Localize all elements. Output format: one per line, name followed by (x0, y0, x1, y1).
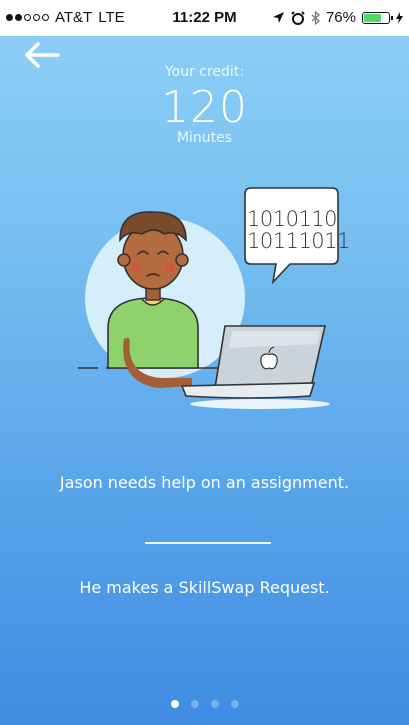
right-cheek (165, 262, 175, 272)
credit-unit: Minutes (176, 130, 233, 146)
laptop-base (180, 382, 316, 399)
battery-icon (362, 11, 393, 24)
caption-step-text: Jason needs help on an assignment. (59, 473, 350, 492)
binary-line: 1010110 (247, 207, 338, 231)
onboarding-screen: AT&T LTE 11:22 PM 76% Your credit: 120 M… (0, 0, 409, 725)
page-dot[interactable] (170, 700, 179, 708)
binary-line: 10111011 (247, 229, 350, 253)
status-right: 76% (272, 9, 403, 26)
bluetooth-icon (311, 10, 320, 25)
caption-divider (145, 542, 271, 544)
page-dot[interactable] (190, 700, 199, 708)
page-indicator[interactable] (0, 700, 409, 708)
left-ear (117, 253, 131, 267)
location-arrow-icon (272, 12, 284, 23)
laptop-shadow (190, 399, 330, 409)
credit-label: Your credit: (164, 64, 245, 80)
status-bar: AT&T LTE 11:22 PM 76% (0, 0, 409, 36)
person-shirt (107, 297, 199, 369)
speech-bubble-text: 1010110 10111011 (247, 207, 350, 253)
page-dot[interactable] (210, 700, 219, 708)
charging-icon (396, 11, 403, 24)
battery-percent: 76% (325, 9, 356, 26)
left-cheek (131, 262, 141, 272)
right-ear (175, 253, 189, 267)
credit-value: 120 (161, 82, 248, 133)
page-dot[interactable] (230, 700, 239, 708)
alarm-icon (291, 10, 305, 25)
caption-action-text: He makes a SkillSwap Request. (79, 578, 330, 597)
